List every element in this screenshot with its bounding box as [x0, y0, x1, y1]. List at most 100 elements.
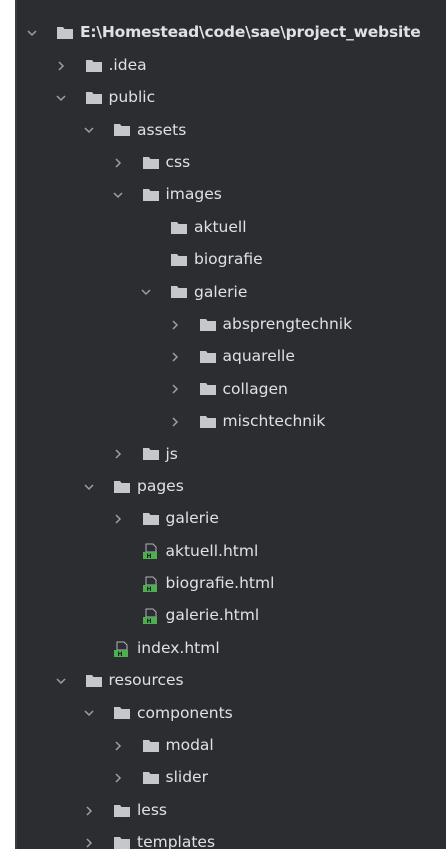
tree-item-label: E:\Homestead\code\sae\project_website [80, 23, 421, 42]
tree-item-label: modal [165, 736, 214, 755]
tree-item-label: css [165, 153, 191, 171]
chevron-right-icon[interactable] [82, 804, 96, 818]
tree-folder-modal[interactable]: modal [15, 730, 446, 762]
chevron-right-icon[interactable] [111, 447, 125, 461]
tree-item-label: .idea [108, 55, 147, 74]
tree-folder-e-homestead-code-sae-project-website[interactable]: E:\Homestead\code\sae\project_website [15, 17, 446, 49]
folder-icon [142, 511, 160, 527]
tree-item-label: collagen [222, 379, 288, 398]
chevron-right-icon[interactable] [168, 318, 182, 332]
tree-folder-aktuell[interactable]: aktuell [15, 211, 446, 243]
tree-item-label: pages [137, 476, 184, 495]
tree-folder-templates[interactable]: templates [15, 827, 446, 849]
tree-folder-idea[interactable]: .idea [15, 49, 446, 81]
tree-item-label: js [165, 444, 178, 463]
chevron-down-icon[interactable] [82, 706, 96, 720]
tree-folder-assets[interactable]: assets [15, 114, 446, 146]
chevron-right-icon[interactable] [111, 512, 125, 526]
folder-icon [113, 803, 131, 819]
tree-folder-galerie[interactable]: galerie [15, 503, 446, 535]
folder-icon [113, 122, 131, 138]
folder-icon [199, 381, 217, 397]
tree-item-label: galerie [165, 509, 219, 528]
chevron-right-icon[interactable] [168, 382, 182, 396]
chevron-down-icon[interactable] [111, 188, 125, 202]
tree-item-label: assets [137, 120, 187, 139]
folder-icon [170, 252, 188, 268]
tree-item-label: biografie [194, 250, 263, 269]
tree-item-label: components [137, 703, 233, 722]
tree-file-index-html[interactable]: Hindex.html [15, 632, 446, 664]
chevron-right-icon[interactable] [82, 836, 96, 849]
tree-file-galerie-html[interactable]: Hgalerie.html [15, 600, 446, 632]
tree-folder-js[interactable]: js [15, 438, 446, 470]
folder-icon [113, 479, 131, 495]
folder-icon [85, 90, 103, 106]
tree-folder-slider[interactable]: slider [15, 762, 446, 794]
chevron-right-icon[interactable] [111, 739, 125, 753]
tree-item-label: biografie.html [165, 574, 275, 593]
html-file-icon: H [113, 641, 131, 657]
chevron-right-icon[interactable] [54, 59, 68, 73]
folder-icon [85, 58, 103, 74]
html-file-icon: H [142, 608, 160, 625]
folder-icon [142, 446, 160, 462]
chevron-down-icon[interactable] [82, 123, 96, 137]
tree-file-aktuell-html[interactable]: Haktuell.html [15, 535, 446, 567]
folder-icon [85, 673, 103, 689]
tree-folder-absprengtechnik[interactable]: absprengtechnik [15, 309, 446, 341]
tree-item-label: public [108, 88, 156, 107]
svg-text:H: H [146, 618, 151, 624]
svg-text:H: H [146, 553, 151, 559]
tree-file-biografie-html[interactable]: Hbiografie.html [15, 568, 446, 600]
html-file-icon: H [142, 576, 160, 592]
tree-item-label: aktuell [194, 217, 247, 236]
chevron-down-icon[interactable] [54, 674, 68, 688]
tree-item-label: galerie [194, 282, 248, 301]
tree-item-label: mischtechnik [222, 412, 326, 431]
folder-icon [199, 349, 217, 365]
tree-item-label: aktuell.html [165, 541, 259, 560]
tree-item-label: absprengtechnik [222, 314, 353, 333]
tree-folder-public[interactable]: public [15, 82, 446, 114]
tree-folder-pages[interactable]: pages [15, 470, 446, 502]
folder-icon [113, 705, 131, 721]
svg-text:H: H [118, 651, 123, 657]
chevron-right-icon[interactable] [111, 771, 125, 785]
tree-item-label: aquarelle [222, 347, 295, 366]
project-tool-window: E:\Homestead\code\sae\project_website .id… [15, 0, 446, 849]
tree-folder-collagen[interactable]: collagen [15, 373, 446, 405]
folder-icon [56, 25, 74, 41]
tree-folder-galerie[interactable]: galerie [15, 276, 446, 308]
tree-folder-mischtechnik[interactable]: mischtechnik [15, 406, 446, 438]
folder-icon [142, 770, 160, 786]
tree-folder-less[interactable]: less [15, 794, 446, 826]
tree-folder-resources[interactable]: resources [15, 665, 446, 697]
chevron-right-icon[interactable] [111, 156, 125, 170]
chevron-down-icon[interactable] [25, 26, 39, 40]
chevron-down-icon[interactable] [54, 91, 68, 105]
folder-icon [199, 414, 217, 430]
tree-folder-biografie[interactable]: biografie [15, 244, 446, 276]
tree-folder-images[interactable]: images [15, 179, 446, 211]
svg-text:H: H [146, 586, 151, 592]
project-tree: E:\Homestead\code\sae\project_website .id… [15, 17, 446, 849]
folder-icon [170, 220, 188, 236]
chevron-down-icon[interactable] [82, 480, 96, 494]
tree-item-label: index.html [137, 638, 220, 657]
tree-folder-aquarelle[interactable]: aquarelle [15, 341, 446, 373]
tree-item-label: resources [108, 671, 184, 690]
chevron-right-icon[interactable] [168, 350, 182, 364]
folder-icon [142, 187, 160, 203]
tree-item-label: slider [165, 768, 208, 787]
tree-folder-components[interactable]: components [15, 697, 446, 729]
folder-icon [199, 317, 217, 333]
html-file-icon: H [142, 543, 160, 560]
tree-item-label: templates [137, 833, 216, 849]
folder-icon [142, 738, 160, 754]
chevron-down-icon[interactable] [139, 285, 153, 299]
tree-folder-css[interactable]: css [15, 147, 446, 179]
folder-icon [113, 835, 131, 849]
chevron-right-icon[interactable] [168, 415, 182, 429]
tree-item-label: images [165, 185, 222, 204]
